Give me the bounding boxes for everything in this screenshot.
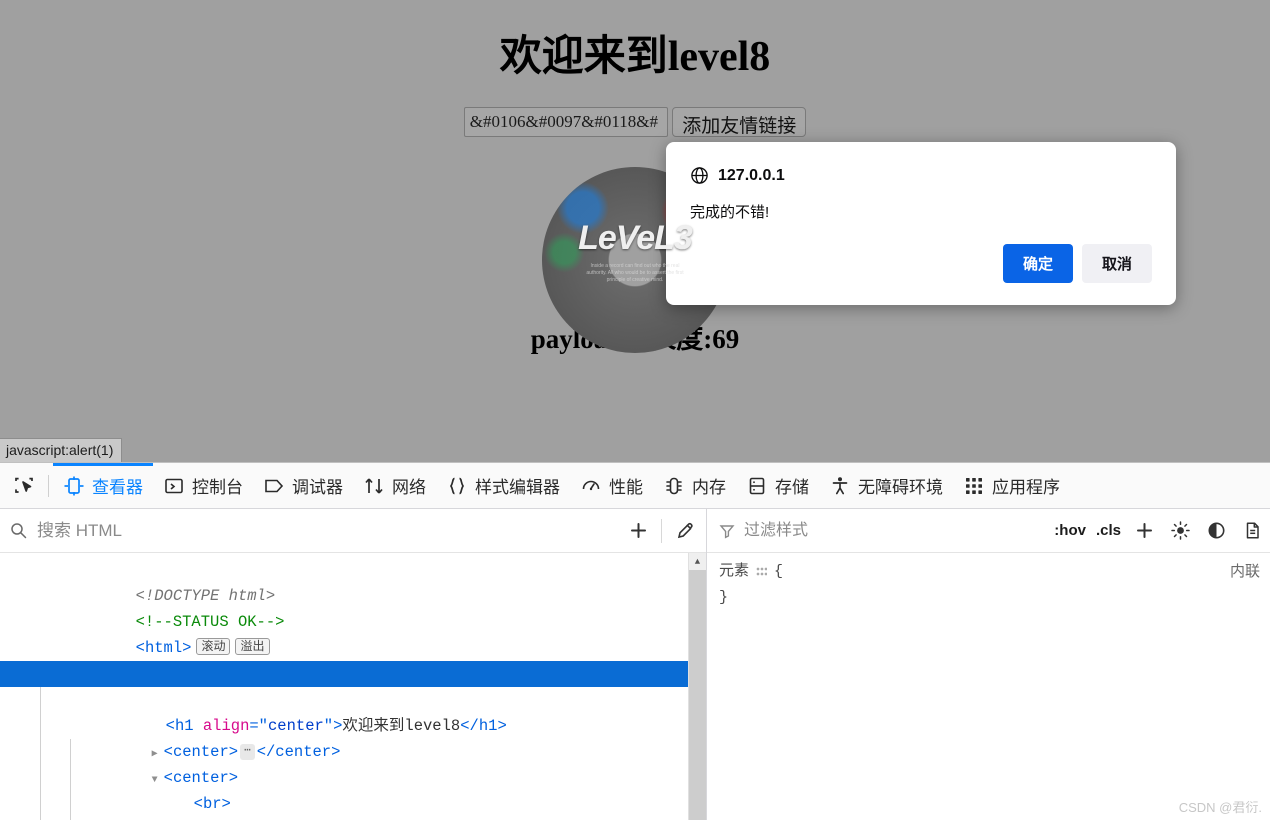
network-icon	[365, 477, 383, 494]
accessibility-icon	[832, 476, 848, 494]
element-picker-icon[interactable]	[4, 464, 44, 508]
dialog-actions: 确定 取消	[666, 222, 1176, 305]
tab-application[interactable]: 应用程序	[953, 464, 1070, 508]
style-rule-element[interactable]: 元素 {	[719, 559, 1270, 585]
tab-debugger[interactable]: 调试器	[253, 464, 353, 508]
style-filter-row: :hov .cls	[707, 509, 1270, 553]
markup-node-head[interactable]: <head>⋯</head>	[0, 635, 706, 683]
devtools-panel: 查看器 控制台 调试器 网络 样式编辑器 性能 内存 存储 无障碍环境 应用程序…	[0, 462, 1270, 820]
page-title: 欢迎来到level8	[499, 34, 771, 80]
tab-accessibility-label: 无障碍环境	[858, 478, 943, 497]
style-filter-input[interactable]	[742, 520, 1050, 541]
html-search-row	[0, 509, 706, 553]
eyedropper-icon[interactable]	[664, 510, 706, 552]
tab-network-label: 网络	[392, 478, 426, 497]
devtools-toolbar: 查看器 控制台 调试器 网络 样式编辑器 性能 内存 存储 无障碍环境 应用程序	[0, 463, 1270, 509]
memory-icon	[666, 477, 682, 494]
storage-icon	[749, 477, 765, 494]
markup-node-h1[interactable]: <h1 align="center">欢迎来到level8</h1>	[0, 687, 706, 735]
dialog-message: 完成的不错!	[690, 204, 770, 221]
tab-application-label: 应用程序	[992, 478, 1060, 497]
tab-style-editor-label: 样式编辑器	[475, 478, 560, 497]
tab-inspector-label: 查看器	[92, 478, 143, 497]
disc-sub-text: Inside a record can find out who the rea…	[586, 263, 684, 283]
markup-node-html[interactable]: <html> 滚动 溢出	[0, 609, 706, 657]
markup-node-center-collapsed[interactable]: <center>⋯</center>	[0, 713, 706, 761]
tab-memory[interactable]: 内存	[653, 464, 736, 508]
friend-link-input[interactable]	[463, 107, 668, 137]
tab-memory-label: 内存	[692, 478, 726, 497]
add-rule-icon[interactable]	[1126, 511, 1162, 551]
dialog-origin: 127.0.0.1	[718, 166, 785, 184]
globe-icon	[690, 166, 709, 185]
tab-network[interactable]: 网络	[353, 464, 436, 508]
disc-label-text: LeVeL3	[578, 219, 693, 257]
link-form: 添加友情链接	[0, 107, 1270, 137]
markup-node-br[interactable]: <br>	[0, 765, 706, 813]
tab-console[interactable]: 控制台	[153, 464, 253, 508]
markup-node-doctype[interactable]: <!DOCTYPE html>	[0, 557, 706, 605]
styles-pane: :hov .cls	[707, 509, 1270, 820]
style-editor-icon	[449, 477, 465, 494]
search-row-separator	[661, 518, 662, 543]
tab-inspector[interactable]: 查看器	[53, 463, 153, 508]
markup-node-center-open[interactable]: <center>	[0, 739, 706, 787]
class-toggle[interactable]: .cls	[1091, 518, 1126, 543]
add-friend-link-button[interactable]: 添加友情链接	[672, 107, 807, 137]
drag-dots-icon	[756, 566, 768, 578]
toolbar-separator	[48, 474, 49, 497]
scrollbar-thumb[interactable]	[689, 570, 706, 725]
debugger-icon	[265, 479, 284, 492]
rule-close-brace: }	[719, 589, 729, 606]
sun-icon[interactable]	[1162, 511, 1198, 551]
inspector-pane: <!DOCTYPE html> <!--STATUS OK--> <html>滚…	[0, 509, 707, 820]
devtools-main: <!DOCTYPE html> <!--STATUS OK--> <html>滚…	[0, 509, 1270, 820]
markup-node-comment[interactable]: <!--STATUS OK-->	[0, 583, 706, 631]
search-icon	[0, 522, 35, 539]
dialog-cancel-button[interactable]: 取消	[1081, 244, 1152, 283]
html-search-input[interactable]	[35, 519, 617, 542]
tab-storage-label: 存储	[775, 478, 809, 497]
pseudo-class-toggle[interactable]: :hov	[1049, 518, 1091, 543]
markup-scrollbar[interactable]: ▲	[688, 553, 706, 820]
rule-selector-label: 元素	[719, 563, 750, 580]
inspector-icon	[64, 476, 84, 495]
tab-console-label: 控制台	[192, 478, 243, 497]
tab-style-editor[interactable]: 样式编辑器	[436, 464, 570, 508]
performance-icon	[582, 480, 600, 490]
dialog-header: 127.0.0.1	[666, 142, 1176, 185]
style-rules-list[interactable]: 元素 { } 内联	[707, 553, 1270, 820]
tab-debugger-label: 调试器	[292, 478, 343, 497]
screen: 欢迎来到level8 添加友情链接 LeVeL3 Inside a record…	[0, 0, 1270, 820]
filter-funnel-icon	[707, 523, 742, 539]
tab-accessibility[interactable]: 无障碍环境	[819, 464, 953, 508]
application-icon	[966, 477, 982, 494]
markup-node-a[interactable]: <a href="javascript:alert(1)">友情链接</a>	[0, 791, 706, 817]
javascript-alert-dialog: 127.0.0.1 完成的不错! 确定 取消	[666, 142, 1176, 305]
print-media-document-icon[interactable]	[1234, 511, 1270, 551]
moon-icon[interactable]	[1198, 511, 1234, 551]
markup-tree[interactable]: <!DOCTYPE html> <!--STATUS OK--> <html> 滚…	[0, 553, 706, 820]
tab-performance[interactable]: 性能	[570, 464, 653, 508]
rule-open-brace: {	[774, 563, 784, 580]
console-icon	[165, 478, 183, 493]
add-node-icon[interactable]	[617, 510, 659, 552]
scroll-up-arrow-icon[interactable]: ▲	[689, 553, 706, 570]
status-bar-tooltip: javascript:alert(1)	[0, 438, 123, 462]
tab-performance-label: 性能	[609, 478, 643, 497]
tab-storage[interactable]: 存储	[736, 464, 819, 508]
markup-node-body[interactable]: <body>	[0, 661, 706, 709]
dialog-confirm-button[interactable]: 确定	[1002, 244, 1073, 283]
rule-source-label[interactable]: 内联	[1230, 559, 1260, 585]
